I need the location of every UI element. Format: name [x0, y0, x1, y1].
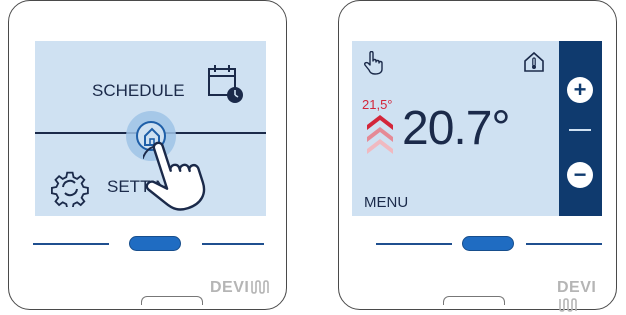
adjust-divider: [569, 129, 591, 131]
current-temperature: 20.7°: [402, 102, 511, 155]
brand-logo: DEVI: [210, 279, 271, 297]
nav-line-left: [376, 243, 452, 245]
nav-line-right: [202, 243, 264, 245]
decrease-button[interactable]: −: [567, 162, 593, 188]
thermostat-right: 21,5° 20.7° MENU + − DEVI: [338, 0, 617, 312]
thermostat-left: SCHEDULE SETTINGS: [8, 0, 287, 310]
hand-pointer-icon: [143, 141, 206, 211]
setpoint-temperature: 21,5°: [362, 97, 393, 112]
gear-sync-icon[interactable]: [51, 169, 89, 207]
brand-logo: DEVI: [557, 279, 616, 315]
nav-line-right: [526, 243, 602, 245]
hand-pointer-icon: [364, 51, 383, 75]
main-menu-screen: SCHEDULE SETTINGS: [35, 41, 266, 216]
nav-home-pill[interactable]: [462, 236, 514, 251]
calendar-clock-icon[interactable]: [207, 63, 245, 103]
increase-button[interactable]: +: [567, 77, 593, 103]
temperature-screen: 21,5° 20.7° MENU + −: [352, 41, 602, 216]
nav-line-left: [33, 243, 109, 245]
heating-chevrons-icon: [367, 115, 393, 154]
nav-home-pill[interactable]: [129, 236, 181, 251]
adjust-bar: + −: [559, 41, 602, 216]
schedule-label[interactable]: SCHEDULE: [92, 81, 185, 101]
menu-button[interactable]: MENU: [364, 194, 408, 211]
house-thermometer-icon: [524, 51, 544, 72]
